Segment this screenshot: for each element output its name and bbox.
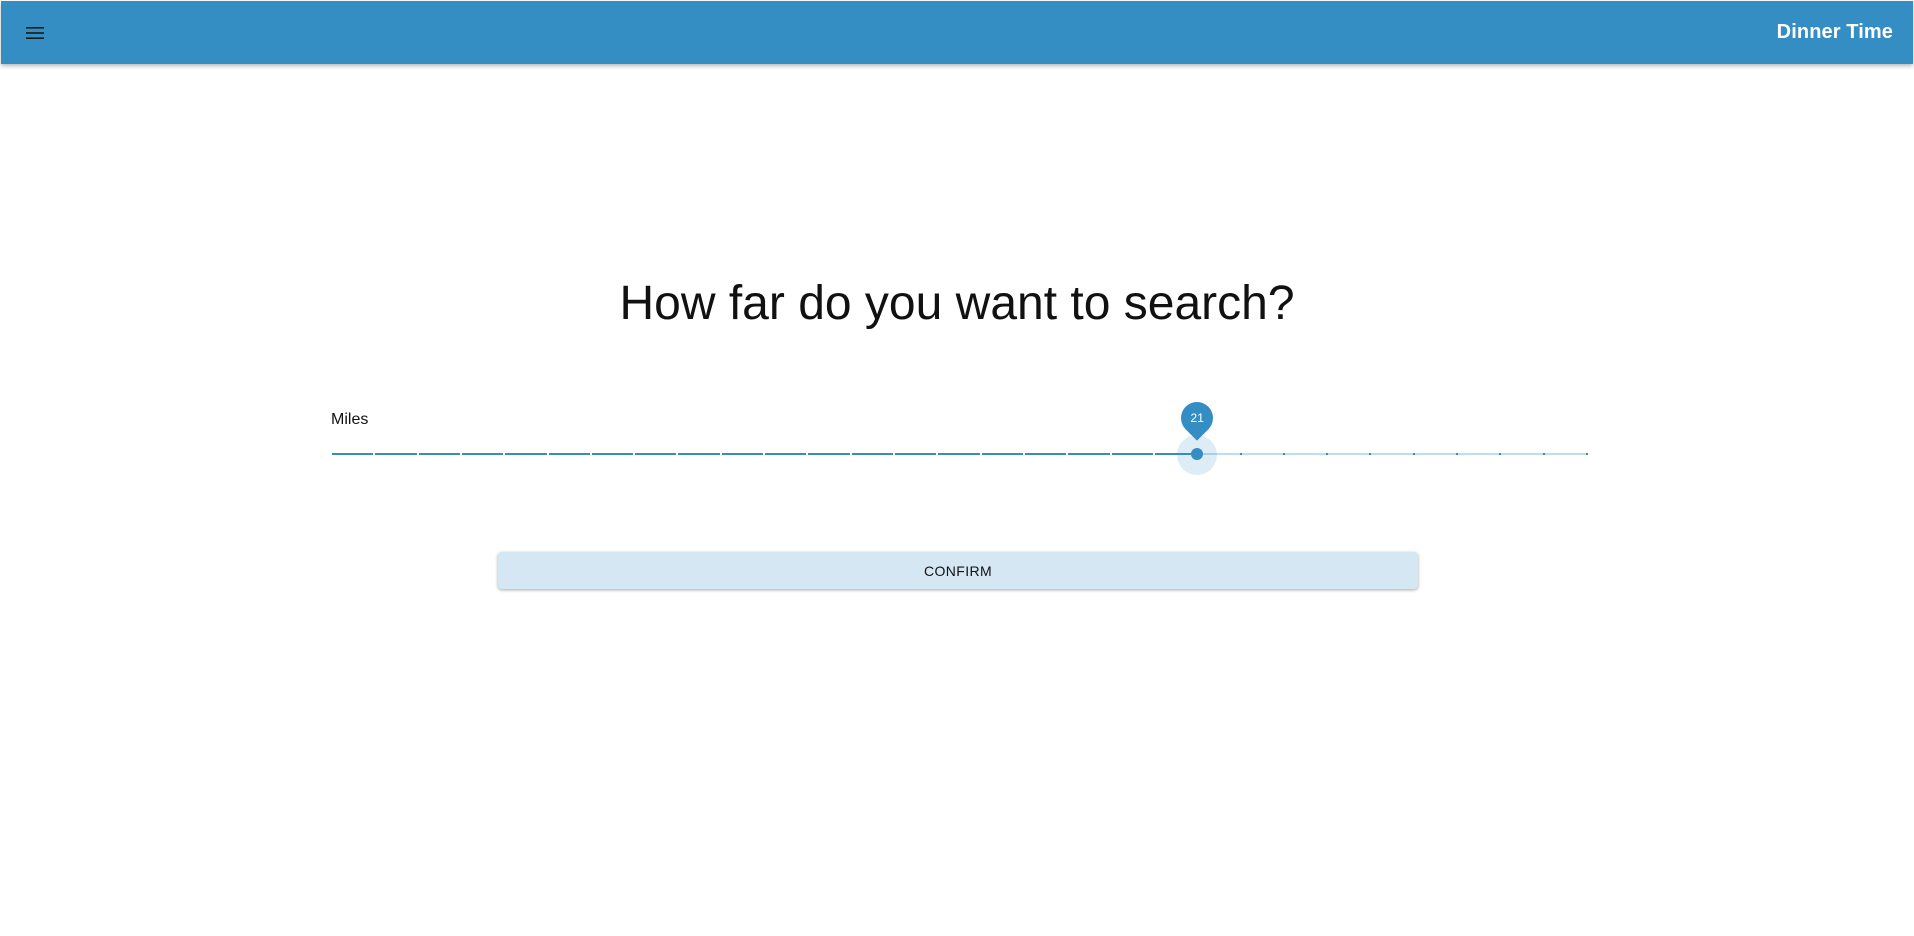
slider-tick (806, 453, 809, 455)
menu-icon (26, 26, 44, 39)
miles-slider[interactable]: 21 (330, 395, 1588, 476)
slider-tick (979, 453, 982, 455)
slider-tick (1239, 453, 1242, 455)
slider-tick (1456, 453, 1459, 455)
slider-tick (1066, 453, 1069, 455)
slider-tick (373, 453, 376, 455)
slider-tick (893, 453, 896, 455)
slider-tick (936, 453, 939, 455)
page-title: How far do you want to search? (619, 277, 1295, 330)
slider-thumb[interactable] (1191, 448, 1204, 460)
slider-tick (1109, 453, 1112, 455)
app-title: Dinner Time (1776, 21, 1893, 43)
slider-tick (719, 453, 722, 455)
slider-tick (1499, 453, 1502, 455)
slider-label: Miles (331, 411, 369, 428)
slider-tick (763, 453, 766, 455)
slider-tick (849, 453, 852, 455)
slider-tick (1369, 453, 1372, 455)
slider-value-label: 21 (1174, 395, 1220, 441)
slider-tick (1022, 453, 1025, 455)
slider-tick (589, 453, 592, 455)
slider-tick (1586, 453, 1588, 455)
slider-tick (1326, 453, 1329, 455)
slider-tick (676, 453, 679, 455)
slider-tick (1542, 453, 1545, 455)
app-bar: Dinner Time (1, 1, 1913, 64)
slider-tick (633, 453, 636, 455)
menu-button[interactable] (23, 21, 47, 45)
slider-tick (503, 453, 506, 455)
slider-tick (459, 453, 462, 455)
slider-tick (546, 453, 549, 455)
slider-tick (1412, 453, 1415, 455)
slider-tick (416, 453, 419, 455)
slider-tick (330, 453, 332, 455)
slider-value-text: 21 (1190, 411, 1204, 425)
slider-tick (1152, 453, 1155, 455)
confirm-button[interactable]: CONFIRM (498, 552, 1418, 589)
slider-tick (1282, 453, 1285, 455)
